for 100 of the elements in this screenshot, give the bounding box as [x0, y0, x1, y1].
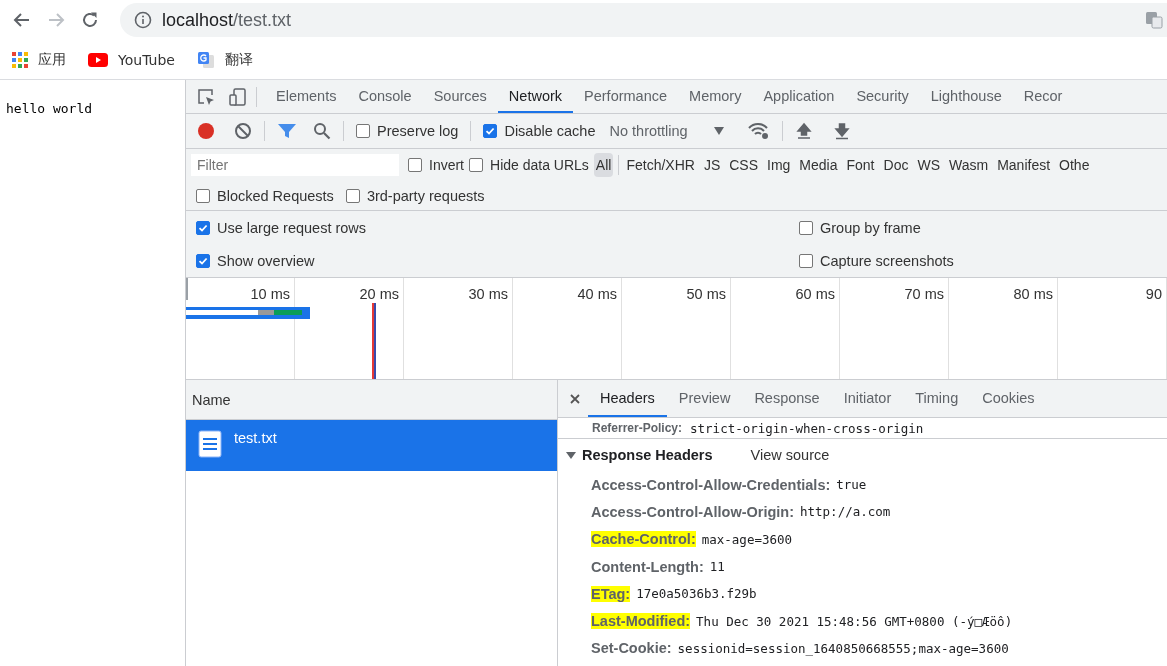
header-value: max-age=3600	[701, 531, 793, 547]
translate-icon[interactable]	[1145, 11, 1163, 29]
header-name: Set-Cookie:	[591, 640, 672, 657]
type-filter[interactable]: Font	[844, 153, 877, 177]
filter-field[interactable]: Filter	[191, 154, 399, 176]
detail-tab[interactable]: Cookies	[970, 380, 1047, 417]
upload-icon[interactable]	[794, 122, 813, 140]
selection-handle[interactable]	[186, 278, 188, 300]
checkbox[interactable]	[345, 188, 360, 203]
inspect-icon[interactable]	[196, 86, 216, 107]
filter-icon[interactable]	[277, 122, 297, 140]
request-name: test.txt	[234, 430, 277, 446]
setting-checkbox[interactable]: Capture screenshots	[799, 252, 1167, 269]
type-filter[interactable]: JS	[701, 153, 723, 177]
detail-tab[interactable]: Response	[742, 380, 832, 417]
expand-triangle-icon[interactable]	[566, 450, 576, 460]
type-filter[interactable]: CSS	[727, 153, 760, 177]
apps-grid-icon	[12, 51, 28, 68]
wifi-settings-icon[interactable]	[747, 122, 770, 140]
type-filter[interactable]: Img	[765, 153, 793, 177]
bookmark[interactable]: 应用	[12, 50, 66, 69]
time-tick: 30 ms	[468, 286, 508, 304]
devtools-tab[interactable]: Performance	[573, 80, 679, 113]
invert-checkbox[interactable]: Invert	[408, 157, 464, 173]
header-value: sessionid=session_1640850668555;max-age=3600	[677, 640, 1009, 656]
time-tick: 20 ms	[359, 286, 399, 304]
bookmark[interactable]: 翻译	[196, 50, 253, 69]
throttling-select[interactable]: No throttling	[609, 123, 724, 139]
download-icon[interactable]	[832, 122, 851, 140]
time-tick: 40 ms	[577, 286, 617, 304]
devtools-tab[interactable]: Security	[845, 80, 920, 113]
address-bar[interactable]: localhost/test.txt	[120, 3, 1167, 37]
time-tick: 50 ms	[686, 286, 726, 304]
checkbox-label: Invert	[429, 157, 464, 173]
request-row[interactable]: test.txt	[186, 420, 557, 471]
setting-checkbox[interactable]: Group by frame	[799, 219, 1167, 236]
devtools-tab[interactable]: Memory	[678, 80, 753, 113]
checkbox-label: Hide data URLs	[490, 157, 589, 173]
info-icon	[134, 11, 152, 29]
checkbox-label: Capture screenshots	[820, 252, 954, 269]
header-value: http://a.com	[800, 504, 891, 520]
header-name: Content-Length:	[591, 558, 704, 575]
clear-icon[interactable]	[234, 122, 252, 140]
devtools-tab[interactable]: Elements	[265, 80, 348, 113]
header-name: Access-Control-Allow-Credentials:	[591, 476, 831, 493]
checkbox[interactable]	[196, 253, 210, 268]
checkbox-label: Preserve log	[377, 123, 459, 139]
header-name: Access-Control-Allow-Origin:	[591, 503, 794, 520]
checkbox[interactable]	[469, 158, 483, 172]
type-filter[interactable]: All	[593, 153, 614, 177]
type-filter[interactable]: Othe	[1057, 153, 1092, 177]
disable-cache-checkbox[interactable]: Disable cache	[483, 123, 596, 139]
hide-data-urls-checkbox[interactable]: Hide data URLs	[469, 157, 589, 173]
devtools-tab[interactable]: Sources	[422, 80, 498, 113]
type-filter[interactable]: Manifest	[995, 153, 1053, 177]
devtools-tab[interactable]: Recor	[1012, 80, 1074, 113]
header-value: 17e0a5036b3.f29b	[636, 586, 757, 602]
devtools-tab[interactable]: Application	[752, 80, 846, 113]
type-filter[interactable]: Doc	[881, 153, 911, 177]
checkbox-label: Disable cache	[504, 123, 596, 139]
checkbox[interactable]	[799, 253, 813, 268]
header-value: true	[836, 477, 867, 493]
header-value: Thu Dec 30 2021 15:48:56 GMT+0800 (-ý□Æöô)	[696, 613, 1013, 629]
detail-tab[interactable]: Initiator	[831, 380, 904, 417]
header-name: Referrer-Policy:	[592, 421, 683, 435]
checkbox[interactable]	[196, 188, 210, 203]
preserve-log-checkbox[interactable]: Preserve log	[356, 123, 459, 139]
header-value: strict-origin-when-cross-origin	[690, 420, 924, 436]
type-filter[interactable]: WS	[915, 153, 942, 177]
devtools-tab[interactable]: Lighthouse	[919, 80, 1013, 113]
setting-checkbox[interactable]: Show overview	[196, 252, 799, 269]
play-icon	[88, 52, 108, 67]
filter-checkbox[interactable]: Blocked Requests	[196, 187, 334, 204]
type-filter[interactable]: Media	[797, 153, 840, 177]
url-text: localhost/test.txt	[162, 9, 292, 31]
view-source-link[interactable]: View source	[750, 447, 830, 463]
setting-checkbox[interactable]: Use large request rows	[196, 219, 799, 236]
detail-tab[interactable]: Timing	[903, 380, 971, 417]
checkbox[interactable]	[408, 158, 422, 172]
column-header[interactable]: Name	[186, 380, 557, 420]
type-filter[interactable]: Fetch/XHR	[624, 153, 697, 177]
close-icon[interactable]	[570, 394, 580, 404]
detail-tab[interactable]: Preview	[666, 380, 743, 417]
header-value: 11	[709, 559, 725, 575]
search-icon[interactable]	[313, 122, 331, 140]
time-tick: 90	[1145, 286, 1162, 304]
type-filter[interactable]: Wasm	[947, 153, 991, 177]
checkbox[interactable]	[483, 124, 498, 138]
detail-tab[interactable]: Headers	[588, 380, 667, 417]
device-icon[interactable]	[228, 86, 248, 107]
checkbox[interactable]	[356, 124, 370, 138]
page-text: hello world	[6, 101, 93, 116]
record-icon[interactable]	[196, 121, 216, 141]
checkbox-label: Use large request rows	[217, 219, 367, 236]
devtools-tab[interactable]: Console	[347, 80, 423, 113]
checkbox[interactable]	[196, 220, 210, 235]
bookmark[interactable]: YouTube	[88, 51, 175, 68]
reload-icon[interactable]	[80, 10, 100, 30]
checkbox[interactable]	[799, 220, 813, 235]
header-name: ETag:	[591, 585, 631, 602]
